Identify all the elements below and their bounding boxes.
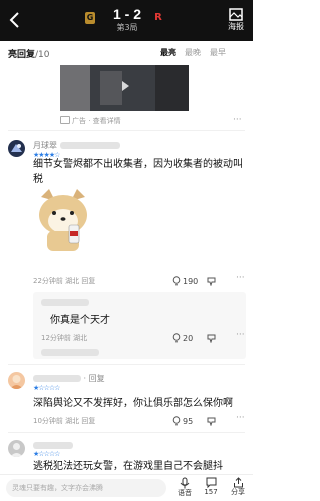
bright-replies-header: 亮回复/10 最亮 最晚 最早 [0, 41, 253, 65]
sort-tab-latest[interactable]: 最晚 [185, 46, 201, 60]
username[interactable]: 月球翠 [33, 141, 120, 151]
username[interactable] [41, 348, 99, 358]
voice-label: 语音 [178, 489, 192, 497]
comment-text: 深陷舆论又不发挥好，你让俱乐部怎么保你啊 [33, 398, 233, 409]
comment-input[interactable]: 灵魂只要有趣，文字亦会沸腾 [6, 479, 166, 497]
comment-text: 逃税犯法还玩女警，在游戏里自己不会腿抖 [33, 461, 223, 472]
lightbulb-icon [172, 333, 181, 343]
comment-text: 细节女警烬都不出收集者，因为收集者的被动叫税 [33, 159, 243, 185]
divider [8, 364, 245, 365]
like-button[interactable]: 20 [172, 333, 193, 344]
ad-video-thumbnail[interactable] [60, 65, 189, 111]
divider [8, 432, 245, 433]
microphone-icon [180, 477, 190, 489]
share-label: 分享 [231, 488, 245, 496]
like-button[interactable]: 190 [172, 276, 198, 287]
lightbulb-icon [172, 416, 181, 426]
comment-count: 157 [204, 488, 218, 496]
section-title: 亮回复/10 [8, 50, 50, 60]
avatar[interactable] [8, 440, 25, 457]
dislike-icon[interactable] [207, 276, 216, 286]
match-header-bar: G 1 - 2 第3局 R 海报 [0, 0, 253, 41]
dislike-icon[interactable] [207, 333, 216, 343]
comment-meta: 12分钟前 湖北 [41, 334, 88, 342]
share-icon [233, 477, 243, 488]
sort-tabs: 最亮 最晚 最早 [160, 46, 226, 60]
sort-tab-earliest[interactable]: 最早 [210, 46, 226, 60]
sort-tab-brightest[interactable]: 最亮 [160, 46, 176, 60]
shiba-sticker[interactable] [33, 187, 93, 253]
avatar[interactable] [8, 372, 25, 389]
avatar[interactable] [8, 140, 25, 157]
voice-button[interactable]: 语音 [174, 477, 196, 498]
ad-icon [60, 116, 70, 124]
team-b-logo: R [154, 12, 162, 23]
poster-button[interactable]: 海报 [224, 8, 248, 32]
bottom-action-bar: 灵魂只要有趣，文字亦会沸腾 语音 157 分享 [0, 474, 253, 501]
share-button[interactable]: 分享 [227, 477, 249, 497]
ad-caption[interactable]: 广告 · 查看详情 [60, 116, 246, 126]
more-button[interactable]: ··· [236, 330, 245, 340]
rating-stars: ★☆☆☆☆ [33, 450, 60, 458]
rating-stars: ★☆☆☆☆ [33, 384, 60, 392]
comment-text: 你真是个天才 [50, 315, 110, 326]
play-icon [122, 81, 129, 91]
divider [8, 130, 245, 131]
more-button[interactable]: ··· [236, 413, 245, 423]
poster-label: 海报 [228, 22, 244, 31]
username[interactable] [41, 298, 89, 308]
comment-meta: 10分钟前 湖北 回复 [33, 417, 96, 425]
comments-button[interactable]: 157 [200, 477, 222, 497]
reply-count: /10 [35, 50, 50, 60]
like-button[interactable]: 95 [172, 416, 193, 427]
comment-bubble-icon [206, 477, 216, 488]
dislike-icon[interactable] [207, 416, 216, 426]
more-button[interactable]: ··· [236, 273, 245, 283]
chevron-left-icon[interactable] [8, 10, 22, 30]
comment-meta: 22分钟前 湖北 回复 [33, 277, 96, 285]
username[interactable]: · 回复 [33, 374, 105, 384]
ad-more-button[interactable]: ··· [233, 115, 242, 125]
lightbulb-icon [172, 276, 181, 286]
poster-icon [229, 8, 243, 21]
